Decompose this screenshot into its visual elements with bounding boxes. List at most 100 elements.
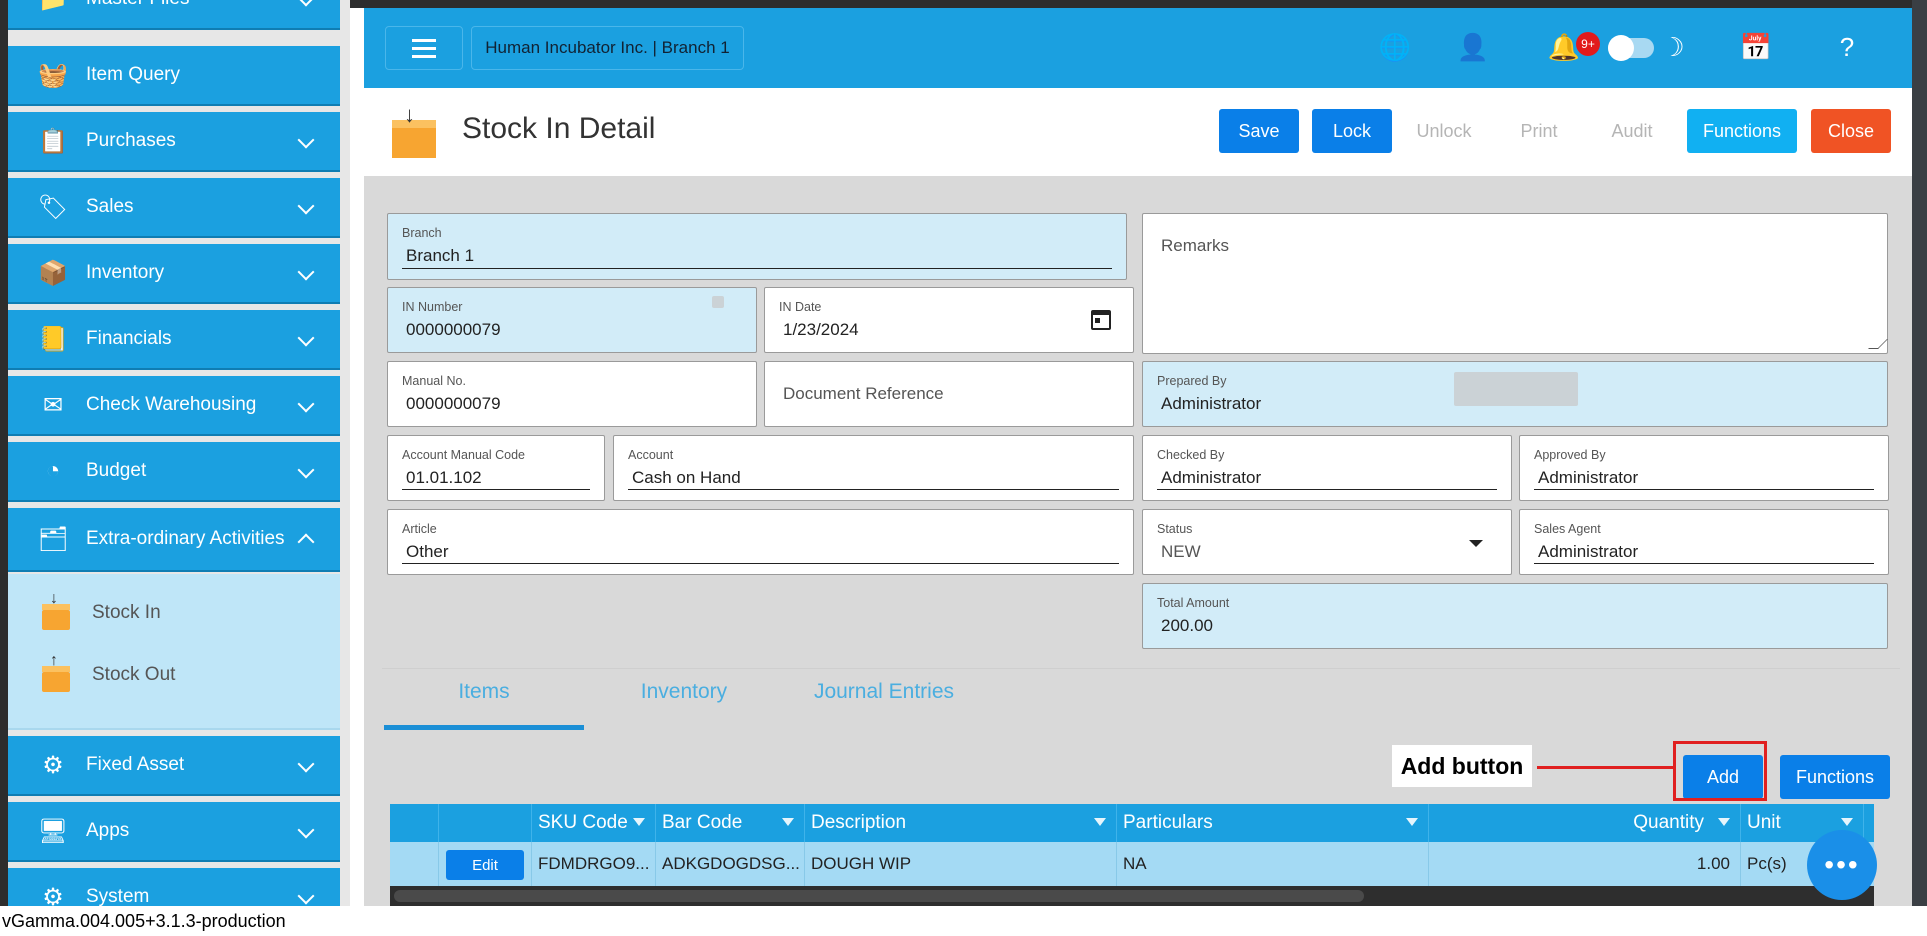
audit-button[interactable]: Audit — [1592, 109, 1672, 153]
row-select-cell[interactable] — [390, 842, 439, 886]
column-header-sku-code[interactable]: SKU Code — [532, 804, 656, 842]
field-label: Total Amount — [1157, 596, 1230, 610]
grid-functions-button[interactable]: Functions — [1780, 755, 1890, 799]
annotation-arrow-line — [1537, 766, 1673, 769]
page-title: Stock In Detail — [462, 112, 656, 145]
more-actions-button[interactable]: ••• — [1807, 830, 1877, 900]
tooltip-ghost — [1454, 372, 1578, 406]
article-field[interactable]: Article Other — [387, 509, 1134, 575]
grid-header-actions — [439, 804, 532, 842]
document-reference-field[interactable]: Document Reference — [764, 361, 1134, 427]
help-icon[interactable]: ? — [1830, 32, 1864, 62]
filter-icon[interactable] — [1094, 818, 1106, 826]
chevron-down-icon — [297, 197, 315, 215]
field-value: 01.01.102 — [406, 468, 482, 487]
sidebar-item-master-files[interactable]: 📁 Master Files — [8, 0, 340, 30]
tab-items[interactable]: Items — [384, 680, 584, 704]
filter-icon[interactable] — [1841, 818, 1853, 826]
sidebar-item-sales[interactable]: 🏷 Sales — [8, 178, 340, 238]
sidebar-item-purchases[interactable]: 📋 Purchases — [8, 112, 340, 172]
sidebar-item-extra-ordinary-activities[interactable]: 🗂 Extra-ordinary Activities — [8, 508, 340, 572]
field-label: Checked By — [1157, 448, 1225, 462]
sidebar-item-item-query[interactable]: 🧺 Item Query — [8, 46, 340, 106]
checked-by-field[interactable]: Checked By Administrator — [1142, 435, 1512, 501]
manual-no-field[interactable]: Manual No. 0000000079 — [387, 361, 757, 427]
scrollbar-thumb[interactable] — [394, 890, 1364, 902]
chevron-down-icon — [1469, 540, 1483, 547]
chevron-down-icon — [297, 131, 315, 149]
field-label: Branch — [402, 226, 442, 240]
edit-button[interactable]: Edit — [446, 850, 524, 880]
account-manual-code-field[interactable]: Account Manual Code 01.01.102 — [387, 435, 605, 501]
sidebar-item-check-warehousing[interactable]: ✉ Check Warehousing — [8, 376, 340, 436]
filter-icon[interactable] — [1718, 818, 1730, 826]
sidebar-item-apps[interactable]: 🖥 Apps — [8, 802, 340, 862]
ellipsis-icon: ••• — [1824, 849, 1860, 880]
chevron-down-icon — [297, 395, 315, 413]
sidebar-subitem-label: Stock In — [92, 602, 161, 623]
branch-field[interactable]: Branch Branch 1 — [387, 213, 1127, 280]
globe-icon[interactable]: 🌐 — [1378, 32, 1412, 62]
filter-icon[interactable] — [1406, 818, 1418, 826]
lock-button[interactable]: Lock — [1312, 109, 1392, 153]
gear-icon: ⚙ — [42, 883, 64, 907]
in-number-field[interactable]: IN Number 0000000079 — [387, 287, 757, 353]
filter-icon[interactable] — [782, 818, 794, 826]
sidebar-item-system[interactable]: ⚙ System — [8, 868, 340, 906]
cell-bar-code: ADKGDOGDSG... — [656, 842, 805, 886]
field-value: Administrator — [1161, 468, 1262, 487]
tab-inventory[interactable]: Inventory — [584, 680, 784, 704]
grid-horizontal-scrollbar[interactable] — [390, 886, 1874, 906]
approved-by-field[interactable]: Approved By Administrator — [1519, 435, 1889, 501]
field-value: Administrator — [1538, 542, 1639, 561]
column-header-quantity[interactable]: Quantity — [1429, 804, 1741, 842]
sales-agent-field[interactable]: Sales Agent Administrator — [1519, 509, 1889, 575]
grid-header: SKU Code Bar Code Description Particular… — [390, 804, 1874, 842]
check-icon: ✉ — [42, 391, 64, 419]
in-date-field[interactable]: IN Date 1/23/2024 — [764, 287, 1134, 353]
stock-in-icon: ↓ — [38, 590, 72, 630]
field-label: Remarks — [1161, 236, 1230, 255]
chevron-down-icon — [297, 263, 315, 281]
sidebar-subitem-stock-out[interactable]: ↑ Stock Out — [38, 650, 175, 700]
sidebar-item-fixed-asset[interactable]: ⚙ Fixed Asset — [8, 736, 340, 796]
status-select[interactable]: Status NEW — [1142, 509, 1512, 575]
chevron-down-icon — [297, 0, 315, 7]
field-label: Approved By — [1534, 448, 1606, 462]
functions-button[interactable]: Functions — [1687, 109, 1797, 153]
field-label: IN Number — [402, 300, 463, 314]
asset-icon: ⚙ — [42, 751, 64, 779]
field-value: Other — [406, 542, 449, 561]
stock-out-icon: ↑ — [38, 652, 72, 692]
tab-journal-entries[interactable]: Journal Entries — [784, 680, 984, 704]
sidebar-item-label: Extra-ordinary Activities — [86, 528, 285, 549]
chevron-up-icon — [297, 533, 315, 551]
field-value: Branch 1 — [406, 246, 475, 265]
hamburger-menu-button[interactable] — [385, 26, 463, 70]
print-button[interactable]: Print — [1499, 109, 1579, 153]
column-header-bar-code[interactable]: Bar Code — [656, 804, 805, 842]
resize-handle-icon[interactable] — [1868, 339, 1888, 349]
window-frame-right — [1912, 0, 1927, 906]
sidebar-item-financials[interactable]: 📒 Financials — [8, 310, 340, 370]
theme-toggle[interactable] — [1608, 35, 1654, 61]
unlock-button[interactable]: Unlock — [1404, 109, 1484, 153]
sidebar-subitem-stock-in[interactable]: ↓ Stock In — [38, 588, 161, 638]
sidebar-item-inventory[interactable]: 📦 Inventory — [8, 244, 340, 304]
field-value: 0000000079 — [406, 394, 501, 413]
column-header-particulars[interactable]: Particulars — [1117, 804, 1429, 842]
account-field[interactable]: Account Cash on Hand — [613, 435, 1134, 501]
save-button[interactable]: Save — [1219, 109, 1299, 153]
remarks-field[interactable]: Remarks — [1142, 213, 1888, 354]
account-icon[interactable]: 👤 — [1456, 32, 1490, 62]
filter-icon[interactable] — [633, 818, 645, 826]
field-value: 0000000079 — [406, 320, 501, 339]
company-selector[interactable]: Human Incubator Inc. | Branch 1 — [471, 26, 744, 70]
calendar-icon[interactable] — [1091, 310, 1111, 330]
sidebar-item-budget[interactable]: ◔ Budget — [8, 442, 340, 502]
calendar-icon[interactable]: 📅 — [1739, 32, 1773, 62]
field-value: Cash on Hand — [632, 468, 741, 487]
column-header-description[interactable]: Description — [805, 804, 1117, 842]
table-row[interactable]: Edit FDMDRGO9... ADKGDOGDSG... DOUGH WIP… — [390, 842, 1874, 886]
close-button[interactable]: Close — [1811, 109, 1891, 153]
